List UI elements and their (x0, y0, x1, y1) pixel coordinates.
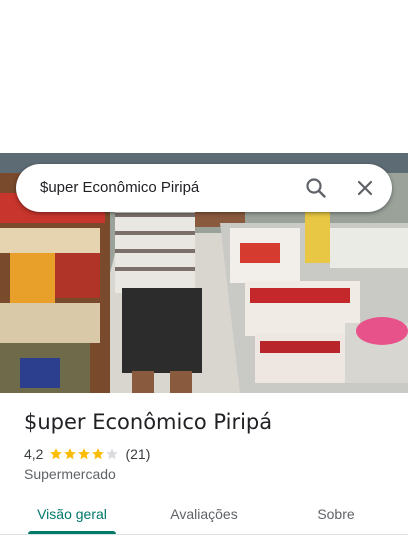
star-icon (50, 448, 63, 460)
tabs-divider (0, 534, 408, 535)
star-icon (78, 448, 91, 460)
search-icon[interactable] (304, 176, 328, 200)
place-category[interactable]: Supermercado (24, 466, 116, 482)
place-title: $uper Econômico Piripá (24, 410, 273, 434)
rating-row[interactable]: 4,2 (21) (24, 444, 150, 464)
close-icon[interactable] (353, 176, 377, 200)
map-blank-area (0, 0, 408, 153)
star-icon (92, 448, 105, 460)
star-icon (64, 448, 77, 460)
search-bar[interactable]: $uper Econômico Piripá (16, 164, 392, 212)
rating-value: 4,2 (24, 446, 44, 462)
review-count[interactable]: (21) (125, 446, 150, 462)
search-input[interactable]: $uper Econômico Piripá (40, 164, 199, 212)
place-tabs: Visão geral Avaliações Sobre (0, 494, 408, 538)
tab-about[interactable]: Sobre (288, 494, 384, 538)
star-icon (106, 448, 119, 460)
rating-stars (49, 447, 119, 461)
tab-reviews[interactable]: Avaliações (156, 494, 252, 538)
